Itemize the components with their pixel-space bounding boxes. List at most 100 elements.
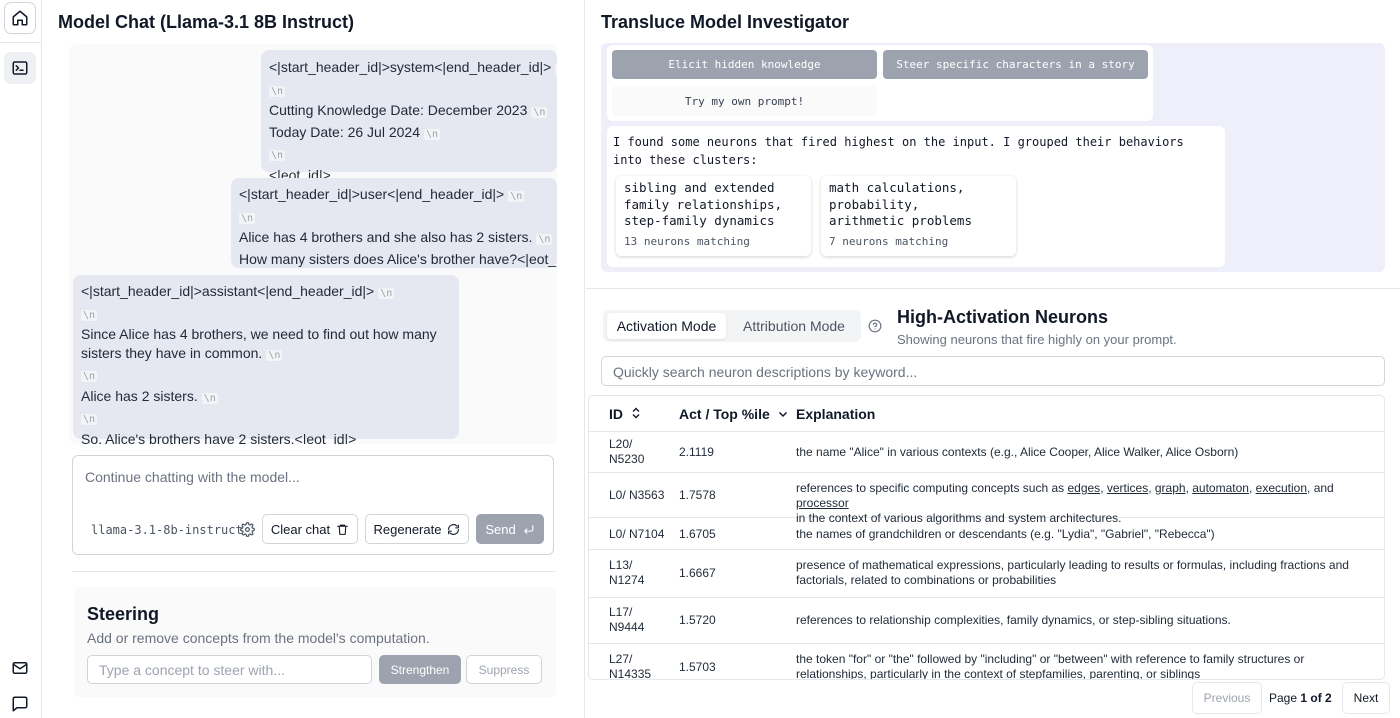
cluster-title: math calculations, probability, arithmet… — [829, 180, 972, 230]
model-settings-button[interactable] — [240, 522, 255, 542]
id-header-label: ID — [609, 406, 623, 422]
tab-activation-mode[interactable]: Activation Mode — [607, 313, 726, 339]
previous-page-button[interactable]: Previous — [1192, 682, 1262, 714]
app-root: Model Chat (Llama-3.1 8B Instruct) <|sta… — [0, 0, 1400, 718]
user-message: <|start_header_id|>user<|end_header_id|>… — [231, 178, 557, 268]
investigator-panel: Transluce Model Investigator Elicit hidd… — [586, 0, 1400, 718]
id-column-header[interactable]: ID — [609, 406, 641, 422]
steer-concept-input[interactable]: Type a concept to steer with... — [87, 655, 372, 684]
newline-token: \n — [555, 64, 557, 75]
newline-token: \n — [424, 128, 441, 140]
neuron-id[interactable]: L0/ N3563 — [609, 488, 669, 503]
steer-characters-button[interactable]: Steer specific characters in a story — [883, 50, 1148, 79]
chat-input-placeholder[interactable]: Continue chatting with the model... — [85, 469, 300, 485]
strengthen-button[interactable]: Strengthen — [379, 655, 461, 684]
system-line-knowledge-date: Cutting Knowledge Date: December 2023 — [269, 102, 528, 118]
next-page-button[interactable]: Next — [1342, 682, 1390, 714]
send-label: Send — [485, 521, 516, 537]
table-row[interactable]: L13/ N1274 1.6667 presence of mathematic… — [589, 550, 1384, 598]
home-icon — [12, 10, 28, 26]
neuron-explanation: the names of grandchildren or descendant… — [796, 527, 1215, 541]
neuron-explanation: the name "Alice" in various contexts (e.… — [796, 445, 1239, 459]
assistant-header: <|start_header_id|>assistant<|end_header… — [81, 283, 375, 299]
neuron-search-placeholder[interactable]: Quickly search neuron descriptions by ke… — [613, 364, 917, 380]
neuron-activation: 1.6667 — [679, 566, 716, 580]
gear-icon — [240, 522, 255, 537]
act-header-label: Act / Top %ile — [679, 406, 770, 422]
explanation-text: and — [1313, 481, 1334, 495]
clear-chat-label: Clear chat — [270, 521, 331, 537]
explanation-column-header: Explanation — [796, 406, 876, 422]
table-row[interactable]: L20/ N5230 2.1119 the name "Alice" in va… — [589, 432, 1384, 473]
neuron-explanation: references to relationship complexities,… — [796, 613, 1231, 627]
neuron-search-input[interactable]: Quickly search neuron descriptions by ke… — [601, 356, 1385, 386]
explanation-link[interactable]: processor — [796, 496, 849, 510]
chat-transcript[interactable]: <|start_header_id|>system<|end_header_id… — [69, 44, 557, 444]
assistant-line-4: So, Alice's brothers have 2 sisters.<|eo… — [81, 430, 357, 445]
assistant-line-3: Alice has 2 sisters. — [81, 387, 198, 404]
table-row[interactable]: L17/ N9444 1.5720 references to relation… — [589, 598, 1384, 644]
mail-icon — [12, 662, 28, 674]
table-row[interactable]: L27/ N14335 1.5703 the token "for" or "t… — [589, 644, 1384, 680]
neuron-activation: 1.6705 — [679, 527, 716, 541]
investigator-reply: I found some neurons that fired highest … — [607, 126, 1225, 267]
refresh-icon — [448, 523, 460, 535]
pagination: Previous Page 1 of 2 Next — [1192, 682, 1392, 714]
prompt-options-card: Elicit hidden knowledge Steer specific c… — [607, 45, 1153, 121]
newline-token: \n — [508, 191, 525, 202]
clear-chat-button[interactable]: Clear chat — [262, 514, 358, 544]
mail-button[interactable] — [4, 652, 36, 684]
neuron-id[interactable]: L13/ N1274 — [609, 558, 669, 588]
model-chat-title: Model Chat (Llama-3.1 8B Instruct) — [58, 12, 355, 32]
page-indicator: Page 1 of 2 — [1269, 691, 1332, 705]
cluster-title-line: probability, — [829, 196, 920, 212]
section-divider — [72, 571, 556, 572]
cluster-card[interactable]: math calculations, probability, arithmet… — [821, 176, 1016, 256]
newline-token: \n — [81, 371, 98, 382]
newline-token: \n — [378, 288, 395, 299]
cluster-title-line: family relationships, — [624, 196, 783, 212]
try-own-prompt-button[interactable]: Try my own prompt! — [612, 86, 877, 116]
investigator-title: Transluce Model Investigator — [601, 12, 850, 32]
explanation-link[interactable]: vertices — [1107, 481, 1148, 495]
neuron-id[interactable]: L20/ N5230 — [609, 437, 669, 467]
system-header: <|start_header_id|>system<|end_header_id… — [269, 59, 552, 75]
neuron-explanation: presence of mathematical expressions, pa… — [796, 558, 1349, 587]
question-circle-icon — [868, 319, 882, 333]
cluster-card[interactable]: sibling and extended family relationship… — [616, 176, 811, 256]
trash-icon — [337, 524, 349, 535]
table-row[interactable]: L0/ N3563 1.7578 references to specific … — [589, 473, 1384, 525]
elicit-hidden-knowledge-button[interactable]: Elicit hidden knowledge — [612, 50, 877, 79]
help-button[interactable] — [868, 319, 882, 338]
chat-input-box[interactable]: Continue chatting with the model... llam… — [72, 455, 554, 555]
newline-token: \n — [269, 85, 286, 97]
user-header: <|start_header_id|>user<|end_header_id|> — [239, 186, 505, 202]
suppress-button[interactable]: Suppress — [466, 655, 542, 684]
explanation-link[interactable]: edges — [1067, 481, 1100, 495]
tab-attribution-mode[interactable]: Attribution Mode — [731, 313, 857, 339]
user-line-2: How many sisters does Alice's brother ha… — [239, 250, 557, 267]
enter-icon — [523, 524, 534, 534]
act-column-header[interactable]: Act / Top %ile — [679, 406, 788, 422]
page-value: 1 of 2 — [1300, 691, 1332, 705]
neuron-explanation: the token "for" or "the" followed by "in… — [796, 652, 1305, 680]
explanation-link[interactable]: graph — [1155, 481, 1186, 495]
steering-title: Steering — [87, 604, 160, 624]
system-line-today-date: Today Date: 26 Jul 2024 — [269, 123, 420, 140]
explanation-link[interactable]: execution — [1256, 481, 1307, 495]
neuron-id[interactable]: L17/ N9444 — [609, 605, 669, 635]
assistant-message: <|start_header_id|>assistant<|end_header… — [73, 275, 459, 444]
table-row[interactable]: L0/ N7104 1.6705 the names of grandchild… — [589, 518, 1384, 550]
terminal-button[interactable] — [4, 52, 36, 84]
regenerate-button[interactable]: Regenerate — [365, 514, 469, 544]
feedback-button[interactable] — [4, 688, 36, 718]
send-button[interactable]: Send — [476, 514, 544, 544]
explanation-link[interactable]: automaton — [1192, 481, 1249, 495]
neuron-id[interactable]: L0/ N7104 — [609, 527, 669, 542]
investigator-conversation: Elicit hidden knowledge Steer specific c… — [601, 43, 1385, 272]
home-button[interactable] — [4, 2, 36, 34]
explanation-text: references to specific computing concept… — [796, 481, 1068, 495]
neuron-id[interactable]: L27/ N14335 — [609, 652, 669, 679]
newline-token: \n — [81, 414, 98, 425]
steer-concept-placeholder[interactable]: Type a concept to steer with... — [99, 662, 285, 678]
